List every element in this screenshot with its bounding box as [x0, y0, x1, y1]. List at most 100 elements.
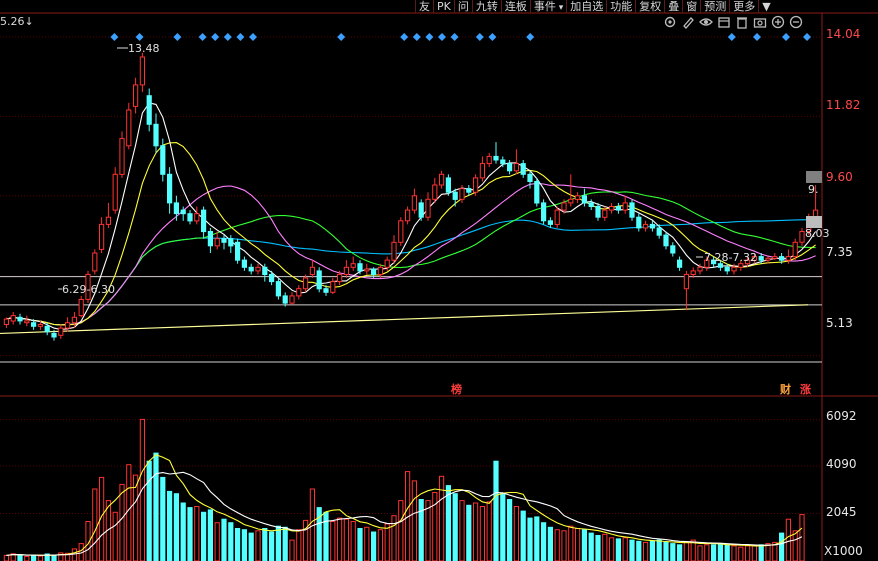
volume-bar — [146, 460, 152, 561]
toolbar-friend-button[interactable]: 友 — [415, 0, 433, 13]
candle-up — [411, 195, 417, 211]
candle-down — [547, 220, 553, 225]
toolbar-pk-button[interactable]: PK — [433, 0, 454, 13]
kline-chart[interactable] — [0, 0, 878, 561]
volume-bar — [717, 543, 723, 561]
zoom-in-icon[interactable] — [770, 14, 786, 30]
candle-down — [636, 216, 642, 229]
limit-up-tag[interactable]: 涨 — [800, 381, 811, 397]
zoom-out-icon[interactable] — [788, 14, 804, 30]
volume-bar — [677, 544, 683, 561]
candle-up — [799, 231, 805, 243]
volume-bar — [275, 525, 281, 561]
volume-bar — [384, 523, 390, 561]
toolbar-nine-turn-button[interactable]: 九转 — [471, 0, 501, 13]
volume-bar — [228, 522, 234, 561]
camera-icon[interactable] — [752, 14, 768, 30]
candle-up — [398, 220, 404, 243]
candle-down — [656, 227, 662, 236]
candle-down — [452, 191, 458, 200]
volume-bar — [670, 543, 676, 561]
volume-bar — [473, 502, 479, 561]
price-tick-14.04: 14.04 — [826, 27, 861, 41]
candle-up — [37, 324, 43, 327]
volume-bar — [683, 541, 689, 561]
volume-bar — [24, 555, 30, 561]
volume-bar — [629, 539, 635, 561]
low-price-label-left: 6.29-6.30 — [62, 283, 115, 296]
volume-tick-6092: 6092 — [826, 409, 857, 423]
volume-bar — [751, 545, 757, 561]
candle-down — [146, 95, 152, 125]
volume-bar — [595, 535, 601, 561]
volume-bar — [343, 518, 349, 561]
volume-bar — [541, 522, 547, 561]
toolbar-event-dropdown[interactable]: 事件 — [529, 0, 566, 13]
toolbar-more-button[interactable]: 更多 — [729, 0, 758, 13]
volume-bar — [31, 554, 37, 561]
candle-up — [343, 266, 349, 275]
price-tick-7.35: 7.35 — [826, 245, 853, 259]
volume-bar — [112, 511, 118, 561]
volume-bar — [738, 546, 744, 561]
toolbar-add-watchlist-button[interactable]: 加自选 — [566, 0, 606, 13]
candle-down — [493, 155, 499, 161]
candle-down — [534, 181, 540, 204]
volume-bar — [371, 531, 377, 561]
volume-bar — [51, 554, 57, 561]
delete-icon[interactable] — [734, 14, 750, 30]
volume-bar — [364, 526, 370, 561]
candle-up — [432, 184, 438, 200]
candle-up — [622, 202, 628, 211]
chart-tool-icons — [662, 14, 804, 30]
toolbar-forecast-button[interactable]: 预测 — [700, 0, 729, 13]
candle-up — [738, 263, 744, 268]
candle-up — [296, 288, 302, 297]
candle-up — [602, 209, 608, 218]
brush-icon[interactable] — [680, 14, 696, 30]
volume-bar — [119, 483, 125, 561]
volume-bar — [622, 537, 628, 561]
low-price-label-right: 7.28-7.32 — [704, 251, 757, 264]
volume-bar — [493, 460, 499, 561]
candle-up — [785, 256, 791, 261]
candle-down — [615, 206, 621, 211]
candle-up — [65, 322, 71, 329]
candle-up — [255, 266, 261, 272]
chart-background — [0, 0, 878, 561]
volume-bar — [765, 543, 771, 561]
candle-down — [241, 259, 248, 268]
volume-bar — [139, 418, 146, 561]
toolbar-window-button[interactable]: 窗 — [682, 0, 700, 13]
candle-down — [187, 213, 193, 222]
toolbar-overlay-button[interactable]: 叠 — [664, 0, 682, 13]
toolbar-restore-right-button[interactable]: 复权 — [635, 0, 664, 13]
candle-up — [643, 223, 649, 229]
volume-bar — [561, 530, 567, 561]
volume-bar — [609, 537, 615, 561]
candle-down — [371, 268, 377, 276]
volume-bar — [241, 529, 248, 561]
toolbar-ask-button[interactable]: 问 — [453, 0, 472, 13]
candle-down — [541, 202, 547, 222]
candle-up — [139, 56, 146, 86]
volume-bar — [17, 554, 23, 561]
volume-bar — [153, 452, 159, 561]
toolbar-limit-board-button[interactable]: 连板 — [500, 0, 530, 13]
candle-up — [568, 198, 574, 204]
toolbar-function-button[interactable]: 功能 — [606, 0, 635, 13]
calendar-icon[interactable] — [716, 14, 732, 30]
volume-bar — [724, 544, 730, 561]
toolbar-flag-button[interactable]: ▼ — [758, 0, 773, 13]
candle-up — [58, 327, 64, 336]
volume-bar — [173, 493, 180, 561]
financial-tag[interactable]: 财 — [780, 381, 791, 397]
list-tag[interactable]: 榜 — [451, 381, 462, 397]
eye-icon[interactable] — [698, 14, 714, 30]
volume-bar — [745, 545, 751, 561]
settings-icon[interactable] — [662, 14, 678, 30]
candle-up — [479, 163, 485, 179]
candle-up — [561, 202, 567, 211]
candle-down — [173, 202, 180, 215]
candle-up — [772, 256, 778, 259]
